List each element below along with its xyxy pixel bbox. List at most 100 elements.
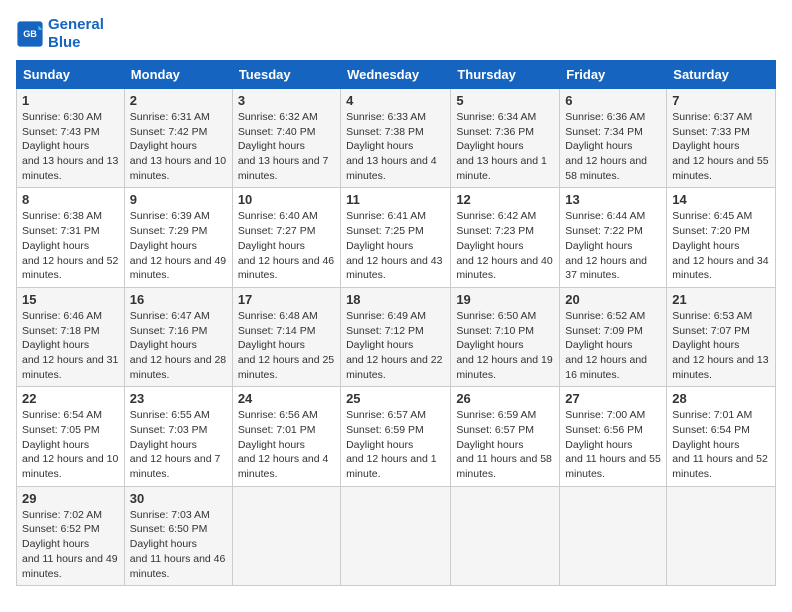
day-info: Sunrise: 6:31 AMSunset: 7:42 PMDaylight … [130,110,227,183]
day-number: 14 [672,192,770,207]
day-info: Sunrise: 6:45 AMSunset: 7:20 PMDaylight … [672,209,770,282]
day-number: 27 [565,391,661,406]
calendar-week-row: 8 Sunrise: 6:38 AMSunset: 7:31 PMDayligh… [17,188,776,287]
calendar-week-row: 1 Sunrise: 6:30 AMSunset: 7:43 PMDayligh… [17,89,776,188]
day-info: Sunrise: 6:41 AMSunset: 7:25 PMDaylight … [346,209,445,282]
calendar-cell: 13 Sunrise: 6:44 AMSunset: 7:22 PMDaylig… [560,188,667,287]
calendar-cell: 27 Sunrise: 7:00 AMSunset: 6:56 PMDaylig… [560,387,667,486]
calendar-cell: 3 Sunrise: 6:32 AMSunset: 7:40 PMDayligh… [232,89,340,188]
calendar-cell [341,486,451,585]
day-number: 21 [672,292,770,307]
calendar-cell: 25 Sunrise: 6:57 AMSunset: 6:59 PMDaylig… [341,387,451,486]
calendar-cell: 7 Sunrise: 6:37 AMSunset: 7:33 PMDayligh… [667,89,776,188]
day-info: Sunrise: 6:42 AMSunset: 7:23 PMDaylight … [456,209,554,282]
logo: GB General Blue [16,16,104,52]
logo-icon: GB [16,20,44,48]
day-info: Sunrise: 6:40 AMSunset: 7:27 PMDaylight … [238,209,335,282]
day-info: Sunrise: 7:00 AMSunset: 6:56 PMDaylight … [565,408,661,481]
day-number: 10 [238,192,335,207]
weekday-header: Wednesday [341,61,451,89]
calendar-week-row: 15 Sunrise: 6:46 AMSunset: 7:18 PMDaylig… [17,287,776,386]
day-number: 28 [672,391,770,406]
day-number: 15 [22,292,119,307]
weekday-header: Friday [560,61,667,89]
calendar-cell: 18 Sunrise: 6:49 AMSunset: 7:12 PMDaylig… [341,287,451,386]
day-number: 26 [456,391,554,406]
calendar-week-row: 29 Sunrise: 7:02 AMSunset: 6:52 PMDaylig… [17,486,776,585]
day-info: Sunrise: 7:01 AMSunset: 6:54 PMDaylight … [672,408,770,481]
day-number: 8 [22,192,119,207]
logo-line2: Blue [48,34,81,51]
day-info: Sunrise: 6:50 AMSunset: 7:10 PMDaylight … [456,309,554,382]
calendar-cell: 22 Sunrise: 6:54 AMSunset: 7:05 PMDaylig… [17,387,125,486]
day-info: Sunrise: 6:38 AMSunset: 7:31 PMDaylight … [22,209,119,282]
weekday-header: Monday [124,61,232,89]
weekday-header: Tuesday [232,61,340,89]
calendar-cell [451,486,560,585]
day-number: 5 [456,93,554,108]
day-info: Sunrise: 6:59 AMSunset: 6:57 PMDaylight … [456,408,554,481]
day-info: Sunrise: 7:02 AMSunset: 6:52 PMDaylight … [22,508,119,581]
day-info: Sunrise: 6:39 AMSunset: 7:29 PMDaylight … [130,209,227,282]
svg-text:GB: GB [23,29,37,39]
calendar-cell [667,486,776,585]
day-number: 11 [346,192,445,207]
day-info: Sunrise: 6:32 AMSunset: 7:40 PMDaylight … [238,110,335,183]
calendar-cell [232,486,340,585]
day-number: 25 [346,391,445,406]
day-number: 29 [22,491,119,506]
day-info: Sunrise: 6:48 AMSunset: 7:14 PMDaylight … [238,309,335,382]
day-number: 19 [456,292,554,307]
header: GB General Blue [16,16,776,52]
day-number: 7 [672,93,770,108]
day-number: 9 [130,192,227,207]
weekday-header: Sunday [17,61,125,89]
day-info: Sunrise: 6:52 AMSunset: 7:09 PMDaylight … [565,309,661,382]
calendar-cell: 4 Sunrise: 6:33 AMSunset: 7:38 PMDayligh… [341,89,451,188]
logo-line1: General [48,16,104,33]
weekday-header: Saturday [667,61,776,89]
day-info: Sunrise: 6:56 AMSunset: 7:01 PMDaylight … [238,408,335,481]
day-info: Sunrise: 6:33 AMSunset: 7:38 PMDaylight … [346,110,445,183]
day-number: 12 [456,192,554,207]
calendar-cell: 9 Sunrise: 6:39 AMSunset: 7:29 PMDayligh… [124,188,232,287]
calendar-cell: 10 Sunrise: 6:40 AMSunset: 7:27 PMDaylig… [232,188,340,287]
calendar-cell: 19 Sunrise: 6:50 AMSunset: 7:10 PMDaylig… [451,287,560,386]
calendar-cell: 8 Sunrise: 6:38 AMSunset: 7:31 PMDayligh… [17,188,125,287]
day-number: 24 [238,391,335,406]
calendar-cell: 28 Sunrise: 7:01 AMSunset: 6:54 PMDaylig… [667,387,776,486]
calendar-cell: 20 Sunrise: 6:52 AMSunset: 7:09 PMDaylig… [560,287,667,386]
day-number: 2 [130,93,227,108]
calendar-cell: 6 Sunrise: 6:36 AMSunset: 7:34 PMDayligh… [560,89,667,188]
calendar-table: SundayMondayTuesdayWednesdayThursdayFrid… [16,60,776,586]
day-number: 18 [346,292,445,307]
day-info: Sunrise: 6:30 AMSunset: 7:43 PMDaylight … [22,110,119,183]
day-number: 23 [130,391,227,406]
day-info: Sunrise: 7:03 AMSunset: 6:50 PMDaylight … [130,508,227,581]
calendar-cell: 15 Sunrise: 6:46 AMSunset: 7:18 PMDaylig… [17,287,125,386]
calendar-cell: 2 Sunrise: 6:31 AMSunset: 7:42 PMDayligh… [124,89,232,188]
calendar-cell: 16 Sunrise: 6:47 AMSunset: 7:16 PMDaylig… [124,287,232,386]
calendar-cell: 1 Sunrise: 6:30 AMSunset: 7:43 PMDayligh… [17,89,125,188]
calendar-cell: 26 Sunrise: 6:59 AMSunset: 6:57 PMDaylig… [451,387,560,486]
day-number: 1 [22,93,119,108]
calendar-cell: 11 Sunrise: 6:41 AMSunset: 7:25 PMDaylig… [341,188,451,287]
day-info: Sunrise: 6:34 AMSunset: 7:36 PMDaylight … [456,110,554,183]
calendar-cell: 12 Sunrise: 6:42 AMSunset: 7:23 PMDaylig… [451,188,560,287]
calendar-cell: 24 Sunrise: 6:56 AMSunset: 7:01 PMDaylig… [232,387,340,486]
calendar-cell: 5 Sunrise: 6:34 AMSunset: 7:36 PMDayligh… [451,89,560,188]
day-number: 16 [130,292,227,307]
day-info: Sunrise: 6:53 AMSunset: 7:07 PMDaylight … [672,309,770,382]
day-info: Sunrise: 6:36 AMSunset: 7:34 PMDaylight … [565,110,661,183]
day-info: Sunrise: 6:55 AMSunset: 7:03 PMDaylight … [130,408,227,481]
calendar-cell [560,486,667,585]
day-info: Sunrise: 6:44 AMSunset: 7:22 PMDaylight … [565,209,661,282]
day-number: 13 [565,192,661,207]
day-number: 17 [238,292,335,307]
calendar-cell: 29 Sunrise: 7:02 AMSunset: 6:52 PMDaylig… [17,486,125,585]
weekday-header: Thursday [451,61,560,89]
calendar-cell: 14 Sunrise: 6:45 AMSunset: 7:20 PMDaylig… [667,188,776,287]
day-number: 6 [565,93,661,108]
day-info: Sunrise: 6:37 AMSunset: 7:33 PMDaylight … [672,110,770,183]
day-info: Sunrise: 6:47 AMSunset: 7:16 PMDaylight … [130,309,227,382]
